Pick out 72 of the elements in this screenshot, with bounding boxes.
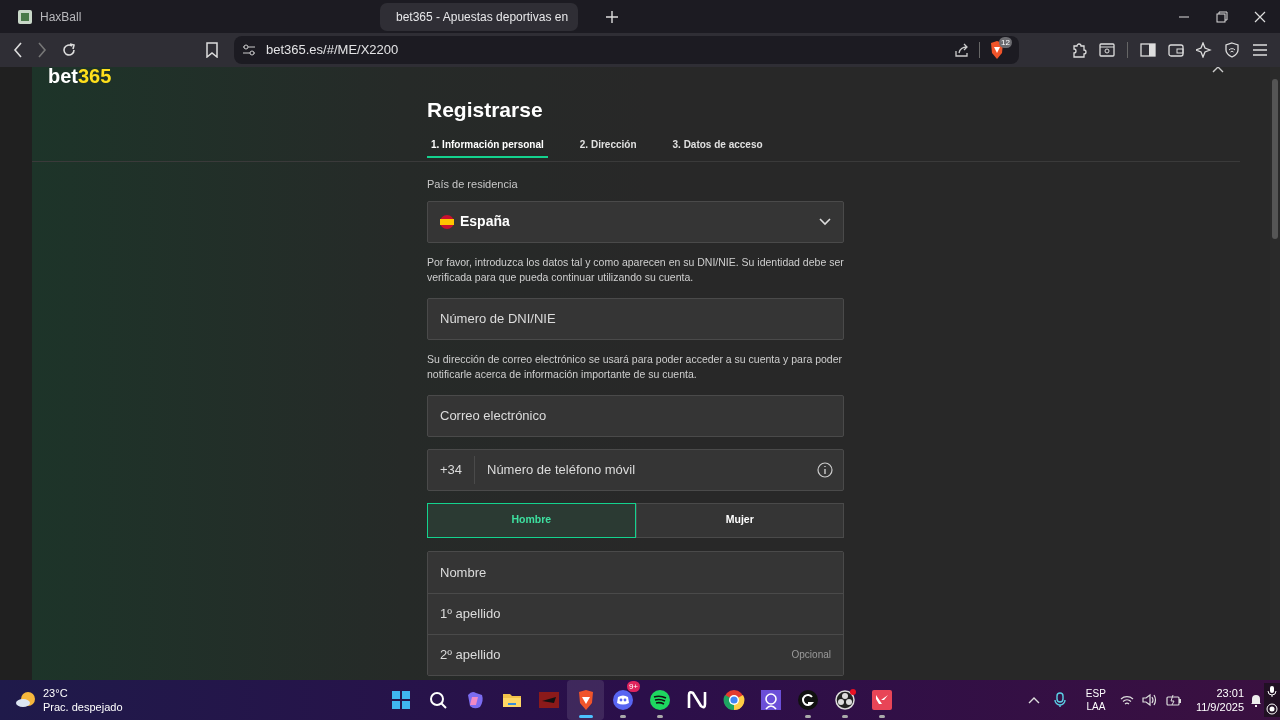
site-settings-icon — [242, 44, 256, 56]
windows-icon[interactable] — [389, 689, 412, 711]
info-icon[interactable] — [817, 461, 833, 478]
field-label: País de residencia — [427, 177, 519, 192]
vpn-shield-icon[interactable] — [1224, 42, 1240, 58]
gender-option[interactable]: Hombre — [427, 502, 636, 538]
wave-letter-icon[interactable] — [685, 689, 708, 711]
sparkle-icon[interactable] — [1196, 42, 1212, 58]
phone-prefix: +34 — [428, 455, 475, 484]
person-icon[interactable] — [759, 689, 782, 711]
puzzle-icon[interactable] — [1071, 42, 1087, 58]
weather-temperature: 23°C — [43, 686, 69, 700]
tab-title: HaxBall — [40, 8, 82, 26]
browser-tab[interactable]: bet365 - Apuestas deportivas en — [380, 2, 578, 31]
moon-cloud-icon — [15, 690, 37, 710]
clock[interactable]: 23:01 11/9/2025 — [1195, 686, 1244, 714]
input-field[interactable]: 2º apellido — [440, 634, 792, 675]
wallet-icon[interactable] — [1168, 42, 1184, 58]
reader-icon[interactable] — [1099, 42, 1115, 58]
notification-badge: 9+ — [626, 681, 640, 692]
language-indicator[interactable]: ESP LAA — [1085, 687, 1106, 713]
chevron-up-icon[interactable] — [1027, 696, 1040, 704]
browser-tab[interactable]: HaxBall — [10, 2, 210, 31]
plus-icon[interactable] — [606, 10, 618, 23]
restore-icon[interactable] — [1216, 10, 1228, 23]
scrollbar-thumb[interactable] — [1272, 79, 1278, 239]
bookmark-icon[interactable] — [206, 42, 218, 58]
input-field[interactable]: Correo electrónico — [427, 394, 844, 437]
microphone-icon[interactable] — [1053, 692, 1066, 708]
step-tab[interactable]: 2. Dirección — [575, 137, 641, 158]
wifi-icon[interactable] — [1119, 694, 1134, 706]
forward-icon[interactable] — [37, 42, 47, 58]
chrome-icon[interactable] — [722, 689, 745, 711]
help-text: Por favor, introduzca los datos tal y como aparecen en su DNI/NIE. Su identidad debe ser verificada para que pueda continuar utilizando su cuenta. — [427, 254, 844, 285]
speaker-icon[interactable] — [1141, 693, 1158, 707]
shield-count: 12 — [999, 37, 1012, 48]
date-text: 11/9/2025 — [1195, 699, 1244, 714]
sidebar-icon[interactable] — [1140, 42, 1156, 58]
brand-logo: bet365 — [48, 67, 112, 87]
time-text: 23:01 — [1216, 686, 1244, 700]
gender-option[interactable]: Mujer — [635, 502, 844, 538]
address-bar[interactable]: bet365.es/#/ME/X2200 12 — [234, 36, 1019, 64]
help-text: Su dirección de correo electrónico se usará para poder acceder a su cuenta y para poder notificarle acerca de información importante de su cuenta. — [427, 351, 843, 382]
back-icon[interactable] — [13, 42, 23, 58]
phone-field[interactable]: +34 Número de teléfono móvil — [427, 448, 844, 491]
weather-condition: Prac. despejado — [43, 699, 123, 714]
flag-icon — [440, 214, 454, 229]
record-icon[interactable] — [833, 689, 856, 711]
step-tab[interactable]: 3. Datos de acceso — [668, 137, 767, 158]
optional-hint: Opcional — [791, 648, 831, 662]
url-text: bet365.es/#/ME/X2200 — [266, 41, 399, 60]
collapse-icon[interactable] — [1212, 67, 1224, 73]
share-icon[interactable] — [954, 42, 970, 58]
bell-icon[interactable] — [1250, 693, 1262, 707]
phone-number-input[interactable]: Número de teléfono móvil — [475, 459, 817, 480]
step-tab[interactable]: 1. Información personal — [427, 137, 548, 158]
country-select[interactable]: España — [427, 200, 844, 243]
reload-icon[interactable] — [61, 42, 77, 58]
input-field[interactable]: Número de DNI/NIE — [427, 297, 844, 340]
close-icon[interactable] — [1254, 10, 1266, 23]
country-value: España — [460, 212, 510, 231]
language-code: ESP — [1085, 687, 1106, 700]
battery-icon[interactable] — [1165, 694, 1182, 706]
tab-title: bet365 - Apuestas deportivas en — [396, 8, 569, 26]
keyboard-layout: LAA — [1086, 700, 1106, 713]
site-favicon — [18, 9, 32, 24]
form-title: Registrarse — [427, 97, 544, 123]
spotify-icon[interactable] — [648, 689, 671, 711]
microphone-icon[interactable] — [1267, 685, 1277, 697]
menu-icon[interactable] — [1252, 42, 1268, 58]
chevron-down-icon — [819, 217, 831, 226]
name-field[interactable]: 2º apellido Opcional — [428, 633, 843, 675]
